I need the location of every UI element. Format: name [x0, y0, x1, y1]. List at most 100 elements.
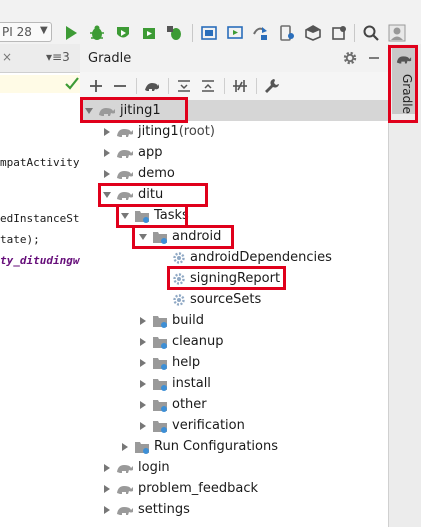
collapse-all-icon[interactable] — [200, 78, 216, 94]
stop-icon[interactable] — [330, 24, 348, 42]
gear-task-icon — [173, 293, 185, 306]
chevron-right-icon — [140, 337, 146, 346]
tree-item-other[interactable]: other — [138, 394, 207, 415]
tree-label: app — [138, 145, 163, 160]
api-level-label: PI 28 — [2, 25, 32, 39]
task-folder-icon — [153, 336, 167, 349]
code-line: tate); — [0, 233, 40, 246]
chevron-right-icon — [104, 127, 110, 136]
chevron-right-icon — [122, 442, 128, 451]
wrench-icon[interactable] — [264, 78, 280, 94]
gradle-panel-header: Gradle — [80, 44, 388, 73]
account-icon[interactable] — [388, 24, 406, 42]
annotation-box-gradle-tab — [388, 45, 418, 123]
tree-label-suffix: (root) — [178, 124, 215, 139]
tree-item-help[interactable]: help — [138, 352, 200, 373]
plus-icon[interactable] — [88, 78, 104, 94]
task-folder-icon — [135, 441, 149, 454]
toggle-offline-icon[interactable] — [232, 78, 248, 94]
chevron-right-icon — [104, 148, 110, 157]
coverage-icon[interactable] — [114, 24, 132, 42]
tree-item-demo[interactable]: demo — [102, 163, 175, 184]
debug-icon[interactable] — [88, 24, 106, 42]
sync-icon[interactable] — [252, 24, 270, 42]
check-icon — [65, 77, 79, 90]
close-icon[interactable]: × — [2, 50, 12, 64]
toolbar-separator — [136, 78, 137, 94]
gear-icon[interactable] — [342, 50, 358, 66]
run-icon[interactable] — [62, 24, 80, 42]
device-manager-icon[interactable] — [278, 24, 296, 42]
toolbar-separator — [256, 78, 257, 94]
search-icon[interactable] — [362, 24, 380, 42]
tree-label: sourceSets — [190, 292, 262, 307]
tree-item-login[interactable]: login — [102, 457, 170, 478]
tab-list-icon[interactable]: ▾≡3 — [46, 50, 70, 64]
task-folder-icon — [153, 315, 167, 328]
tree-item-settings[interactable]: settings — [102, 499, 190, 520]
layout-inspector-icon[interactable] — [304, 24, 322, 42]
elephant-icon — [117, 485, 133, 494]
gear-task-icon — [173, 251, 185, 264]
tree-item-problem-feedback[interactable]: problem_feedback — [102, 478, 258, 499]
tree-label: demo — [138, 166, 175, 181]
annotation-box-android — [132, 225, 234, 249]
toolbar-separator — [168, 78, 169, 94]
tree-item-source-sets[interactable]: sourceSets — [172, 289, 261, 310]
tree-item-verification[interactable]: verification — [138, 415, 245, 436]
chevron-right-icon — [104, 463, 110, 472]
chevron-right-icon — [140, 400, 146, 409]
attach-debugger-icon[interactable] — [166, 24, 184, 42]
task-folder-icon — [153, 378, 167, 391]
toolbar-separator — [192, 24, 193, 42]
tree-label: jiting1 — [138, 124, 179, 139]
minus-icon[interactable] — [112, 78, 128, 94]
code-line: mpatActivity — [0, 156, 80, 169]
minimize-icon[interactable] — [366, 50, 382, 66]
code-line: ty_ditudingwe — [0, 254, 81, 267]
chevron-right-icon — [104, 169, 110, 178]
chevron-down-icon: ▼ — [40, 25, 48, 36]
code-editor[interactable]: × ▾≡3 mpatActivity edInstanceSta tate); … — [0, 44, 81, 527]
chevron-right-icon — [104, 505, 110, 514]
annotation-box-jiting1 — [80, 97, 188, 123]
task-folder-icon — [153, 357, 167, 370]
api-level-combo[interactable]: PI 28 ▼ — [0, 22, 52, 42]
chevron-right-icon — [140, 316, 146, 325]
tree-item-cleanup[interactable]: cleanup — [138, 331, 223, 352]
tree-label: login — [138, 460, 170, 475]
tree-label: cleanup — [172, 334, 224, 349]
editor-tab-bar: × ▾≡3 — [0, 44, 80, 73]
tree-item-android-dependencies[interactable]: androidDependencies — [172, 247, 332, 268]
sdk-manager-icon[interactable] — [200, 24, 218, 42]
tree-item-jiting1[interactable]: jiting1 (root) — [102, 121, 215, 142]
elephant-icon — [117, 506, 133, 515]
task-folder-icon — [153, 399, 167, 412]
chevron-right-icon — [104, 484, 110, 493]
tree-item-app[interactable]: app — [102, 142, 162, 163]
tree-label: problem_feedback — [138, 481, 259, 496]
tree-label: settings — [138, 502, 190, 517]
chevron-right-icon — [140, 379, 146, 388]
tree-label: install — [172, 376, 211, 391]
avd-icon[interactable] — [226, 24, 244, 42]
main-toolbar: PI 28 ▼ — [0, 0, 421, 45]
annotation-box-signing-report — [167, 266, 286, 290]
chevron-right-icon — [140, 421, 146, 430]
tree-item-run-configurations[interactable]: Run Configurations — [120, 436, 278, 457]
elephant-icon — [117, 128, 133, 137]
profile-icon[interactable] — [140, 24, 158, 42]
code-line: edInstanceSta — [0, 212, 81, 225]
expand-all-icon[interactable] — [176, 78, 192, 94]
gradle-project-tree[interactable]: jiting1 jiting1 (root) app demo ditu Tas… — [80, 100, 388, 527]
tree-item-build[interactable]: build — [138, 310, 204, 331]
tree-item-install[interactable]: install — [138, 373, 211, 394]
toolbar-separator — [354, 24, 355, 42]
elephant-icon — [117, 170, 133, 179]
panel-title: Gradle — [88, 51, 132, 66]
elephant-icon — [117, 149, 133, 158]
tree-label: build — [172, 313, 204, 328]
tree-label: verification — [172, 418, 245, 433]
execute-gradle-task-icon[interactable] — [144, 78, 160, 94]
chevron-right-icon — [140, 358, 146, 367]
